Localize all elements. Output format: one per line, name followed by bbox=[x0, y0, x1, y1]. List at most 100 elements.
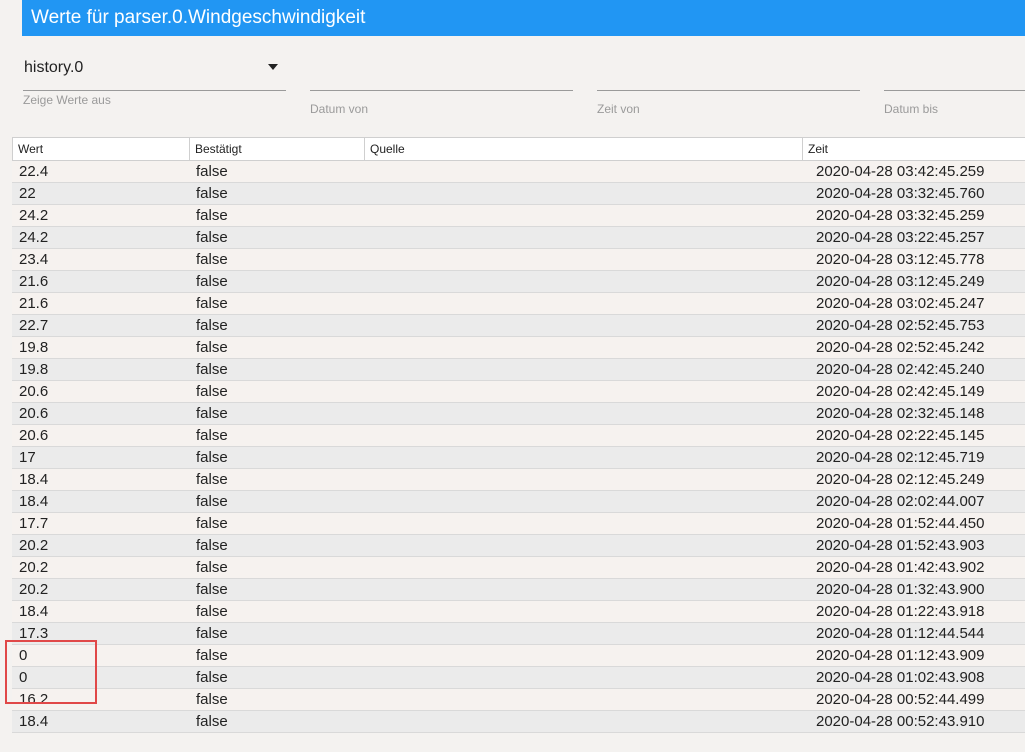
window-edge-fragment bbox=[0, 126, 4, 140]
table-row[interactable]: 21.6 false 2020-04-28 03:02:45.247 bbox=[12, 293, 1025, 315]
cell-wert: 22.7 bbox=[19, 317, 49, 334]
cell-wert: 18.4 bbox=[19, 493, 49, 510]
table-row[interactable]: 22.4 false 2020-04-28 03:42:45.259 bbox=[12, 161, 1025, 183]
table-row[interactable]: 23.4 false 2020-04-28 03:12:45.778 bbox=[12, 249, 1025, 271]
cell-bestaetigt: false bbox=[196, 339, 228, 356]
cell-zeit: 2020-04-28 03:02:45.247 bbox=[816, 295, 985, 312]
table-body: 22.4 false 2020-04-28 03:42:45.259 22 false 2… bbox=[12, 161, 1025, 733]
time-from-field[interactable]: Zeit von bbox=[597, 40, 860, 120]
table-row[interactable]: 20.6 false 2020-04-28 02:32:45.148 bbox=[12, 403, 1025, 425]
cell-zeit: 2020-04-28 00:52:44.499 bbox=[816, 691, 985, 708]
cell-wert: 16.2 bbox=[19, 691, 49, 708]
table-row[interactable]: 18.4 false 2020-04-28 00:52:43.910 bbox=[12, 711, 1025, 733]
cell-bestaetigt: false bbox=[196, 273, 228, 290]
table-row[interactable]: 22 false 2020-04-28 03:32:45.760 bbox=[12, 183, 1025, 205]
table-row[interactable]: 0 false 2020-04-28 01:02:43.908 bbox=[12, 667, 1025, 689]
date-to-field[interactable]: Datum bis bbox=[884, 40, 1025, 120]
cell-wert: 24.2 bbox=[19, 229, 49, 246]
cell-bestaetigt: false bbox=[196, 559, 228, 576]
cell-bestaetigt: false bbox=[196, 383, 228, 400]
cell-wert: 22 bbox=[19, 185, 36, 202]
cell-bestaetigt: false bbox=[196, 493, 228, 510]
table-row[interactable]: 20.2 false 2020-04-28 01:52:43.903 bbox=[12, 535, 1025, 557]
cell-wert: 17.3 bbox=[19, 625, 49, 642]
cell-zeit: 2020-04-28 02:12:45.719 bbox=[816, 449, 985, 466]
cell-zeit: 2020-04-28 01:02:43.908 bbox=[816, 669, 985, 686]
cell-zeit: 2020-04-28 01:52:44.450 bbox=[816, 515, 985, 532]
table-row[interactable]: 24.2 false 2020-04-28 03:32:45.259 bbox=[12, 205, 1025, 227]
table-row[interactable]: 17.3 false 2020-04-28 01:12:44.544 bbox=[12, 623, 1025, 645]
cell-wert: 20.6 bbox=[19, 383, 49, 400]
cell-bestaetigt: false bbox=[196, 691, 228, 708]
date-from-field[interactable]: Datum von bbox=[310, 40, 573, 120]
table-row[interactable]: 16.2 false 2020-04-28 00:52:44.499 bbox=[12, 689, 1025, 711]
cell-zeit: 2020-04-28 02:12:45.249 bbox=[816, 471, 985, 488]
time-from-underline bbox=[597, 90, 860, 91]
table-row[interactable]: 18.4 false 2020-04-28 02:02:44.007 bbox=[12, 491, 1025, 513]
cell-wert: 23.4 bbox=[19, 251, 49, 268]
table-row[interactable]: 18.4 false 2020-04-28 01:22:43.918 bbox=[12, 601, 1025, 623]
cell-bestaetigt: false bbox=[196, 669, 228, 686]
cell-wert: 18.4 bbox=[19, 603, 49, 620]
cell-zeit: 2020-04-28 03:42:45.259 bbox=[816, 163, 985, 180]
table-row[interactable]: 22.7 false 2020-04-28 02:52:45.753 bbox=[12, 315, 1025, 337]
cell-zeit: 2020-04-28 01:32:43.900 bbox=[816, 581, 985, 598]
cell-wert: 20.2 bbox=[19, 581, 49, 598]
cell-bestaetigt: false bbox=[196, 713, 228, 730]
cell-zeit: 2020-04-28 02:42:45.149 bbox=[816, 383, 985, 400]
cell-wert: 0 bbox=[19, 669, 28, 686]
table-row[interactable]: 20.2 false 2020-04-28 01:42:43.902 bbox=[12, 557, 1025, 579]
column-header-zeit[interactable]: Zeit bbox=[803, 138, 1025, 160]
cell-wert: 19.8 bbox=[19, 339, 49, 356]
date-to-label: Datum bis bbox=[884, 102, 939, 116]
cell-wert: 18.4 bbox=[19, 713, 49, 730]
cell-zeit: 2020-04-28 03:32:45.259 bbox=[816, 207, 985, 224]
cell-zeit: 2020-04-28 00:52:43.910 bbox=[816, 713, 985, 730]
instance-select-label: Zeige Werte aus bbox=[23, 93, 111, 107]
cell-bestaetigt: false bbox=[196, 405, 228, 422]
table-row[interactable]: 19.8 false 2020-04-28 02:42:45.240 bbox=[12, 359, 1025, 381]
table-row[interactable]: 17 false 2020-04-28 02:12:45.719 bbox=[12, 447, 1025, 469]
cell-bestaetigt: false bbox=[196, 581, 228, 598]
instance-select[interactable]: history.0 Zeige Werte aus bbox=[23, 40, 286, 120]
cell-bestaetigt: false bbox=[196, 229, 228, 246]
dropdown-caret-icon[interactable] bbox=[268, 64, 278, 70]
instance-select-underline bbox=[23, 90, 286, 91]
cell-zeit: 2020-04-28 01:12:43.909 bbox=[816, 647, 985, 664]
table-row[interactable]: 24.2 false 2020-04-28 03:22:45.257 bbox=[12, 227, 1025, 249]
column-header-wert[interactable]: Wert bbox=[13, 138, 190, 160]
column-header-quelle[interactable]: Quelle bbox=[365, 138, 803, 160]
table-row[interactable]: 20.2 false 2020-04-28 01:32:43.900 bbox=[12, 579, 1025, 601]
cell-bestaetigt: false bbox=[196, 163, 228, 180]
cell-wert: 20.2 bbox=[19, 559, 49, 576]
cell-wert: 17.7 bbox=[19, 515, 49, 532]
cell-zeit: 2020-04-28 02:32:45.148 bbox=[816, 405, 985, 422]
cell-bestaetigt: false bbox=[196, 207, 228, 224]
cell-bestaetigt: false bbox=[196, 471, 228, 488]
table-header: Wert Bestätigt Quelle Zeit bbox=[12, 137, 1025, 161]
cell-wert: 22.4 bbox=[19, 163, 49, 180]
cell-wert: 20.6 bbox=[19, 427, 49, 444]
table-row[interactable]: 20.6 false 2020-04-28 02:22:45.145 bbox=[12, 425, 1025, 447]
cell-bestaetigt: false bbox=[196, 449, 228, 466]
cell-bestaetigt: false bbox=[196, 185, 228, 202]
table-row[interactable]: 20.6 false 2020-04-28 02:42:45.149 bbox=[12, 381, 1025, 403]
cell-bestaetigt: false bbox=[196, 647, 228, 664]
cell-zeit: 2020-04-28 02:52:45.242 bbox=[816, 339, 985, 356]
cell-wert: 20.6 bbox=[19, 405, 49, 422]
history-table: Wert Bestätigt Quelle Zeit 22.4 false 2020… bbox=[12, 137, 1025, 733]
cell-bestaetigt: false bbox=[196, 295, 228, 312]
cell-wert: 19.8 bbox=[19, 361, 49, 378]
table-row[interactable]: 21.6 false 2020-04-28 03:12:45.249 bbox=[12, 271, 1025, 293]
cell-bestaetigt: false bbox=[196, 317, 228, 334]
table-row[interactable]: 17.7 false 2020-04-28 01:52:44.450 bbox=[12, 513, 1025, 535]
time-from-label: Zeit von bbox=[597, 102, 640, 116]
column-header-bestaetigt[interactable]: Bestätigt bbox=[190, 138, 365, 160]
cell-zeit: 2020-04-28 02:52:45.753 bbox=[816, 317, 985, 334]
cell-zeit: 2020-04-28 03:32:45.760 bbox=[816, 185, 985, 202]
cell-wert: 24.2 bbox=[19, 207, 49, 224]
dialog-title-bar: Werte für parser.0.Windgeschwindigkeit bbox=[22, 0, 1025, 36]
table-row[interactable]: 19.8 false 2020-04-28 02:52:45.242 bbox=[12, 337, 1025, 359]
table-row[interactable]: 18.4 false 2020-04-28 02:12:45.249 bbox=[12, 469, 1025, 491]
table-row[interactable]: 0 false 2020-04-28 01:12:43.909 bbox=[12, 645, 1025, 667]
